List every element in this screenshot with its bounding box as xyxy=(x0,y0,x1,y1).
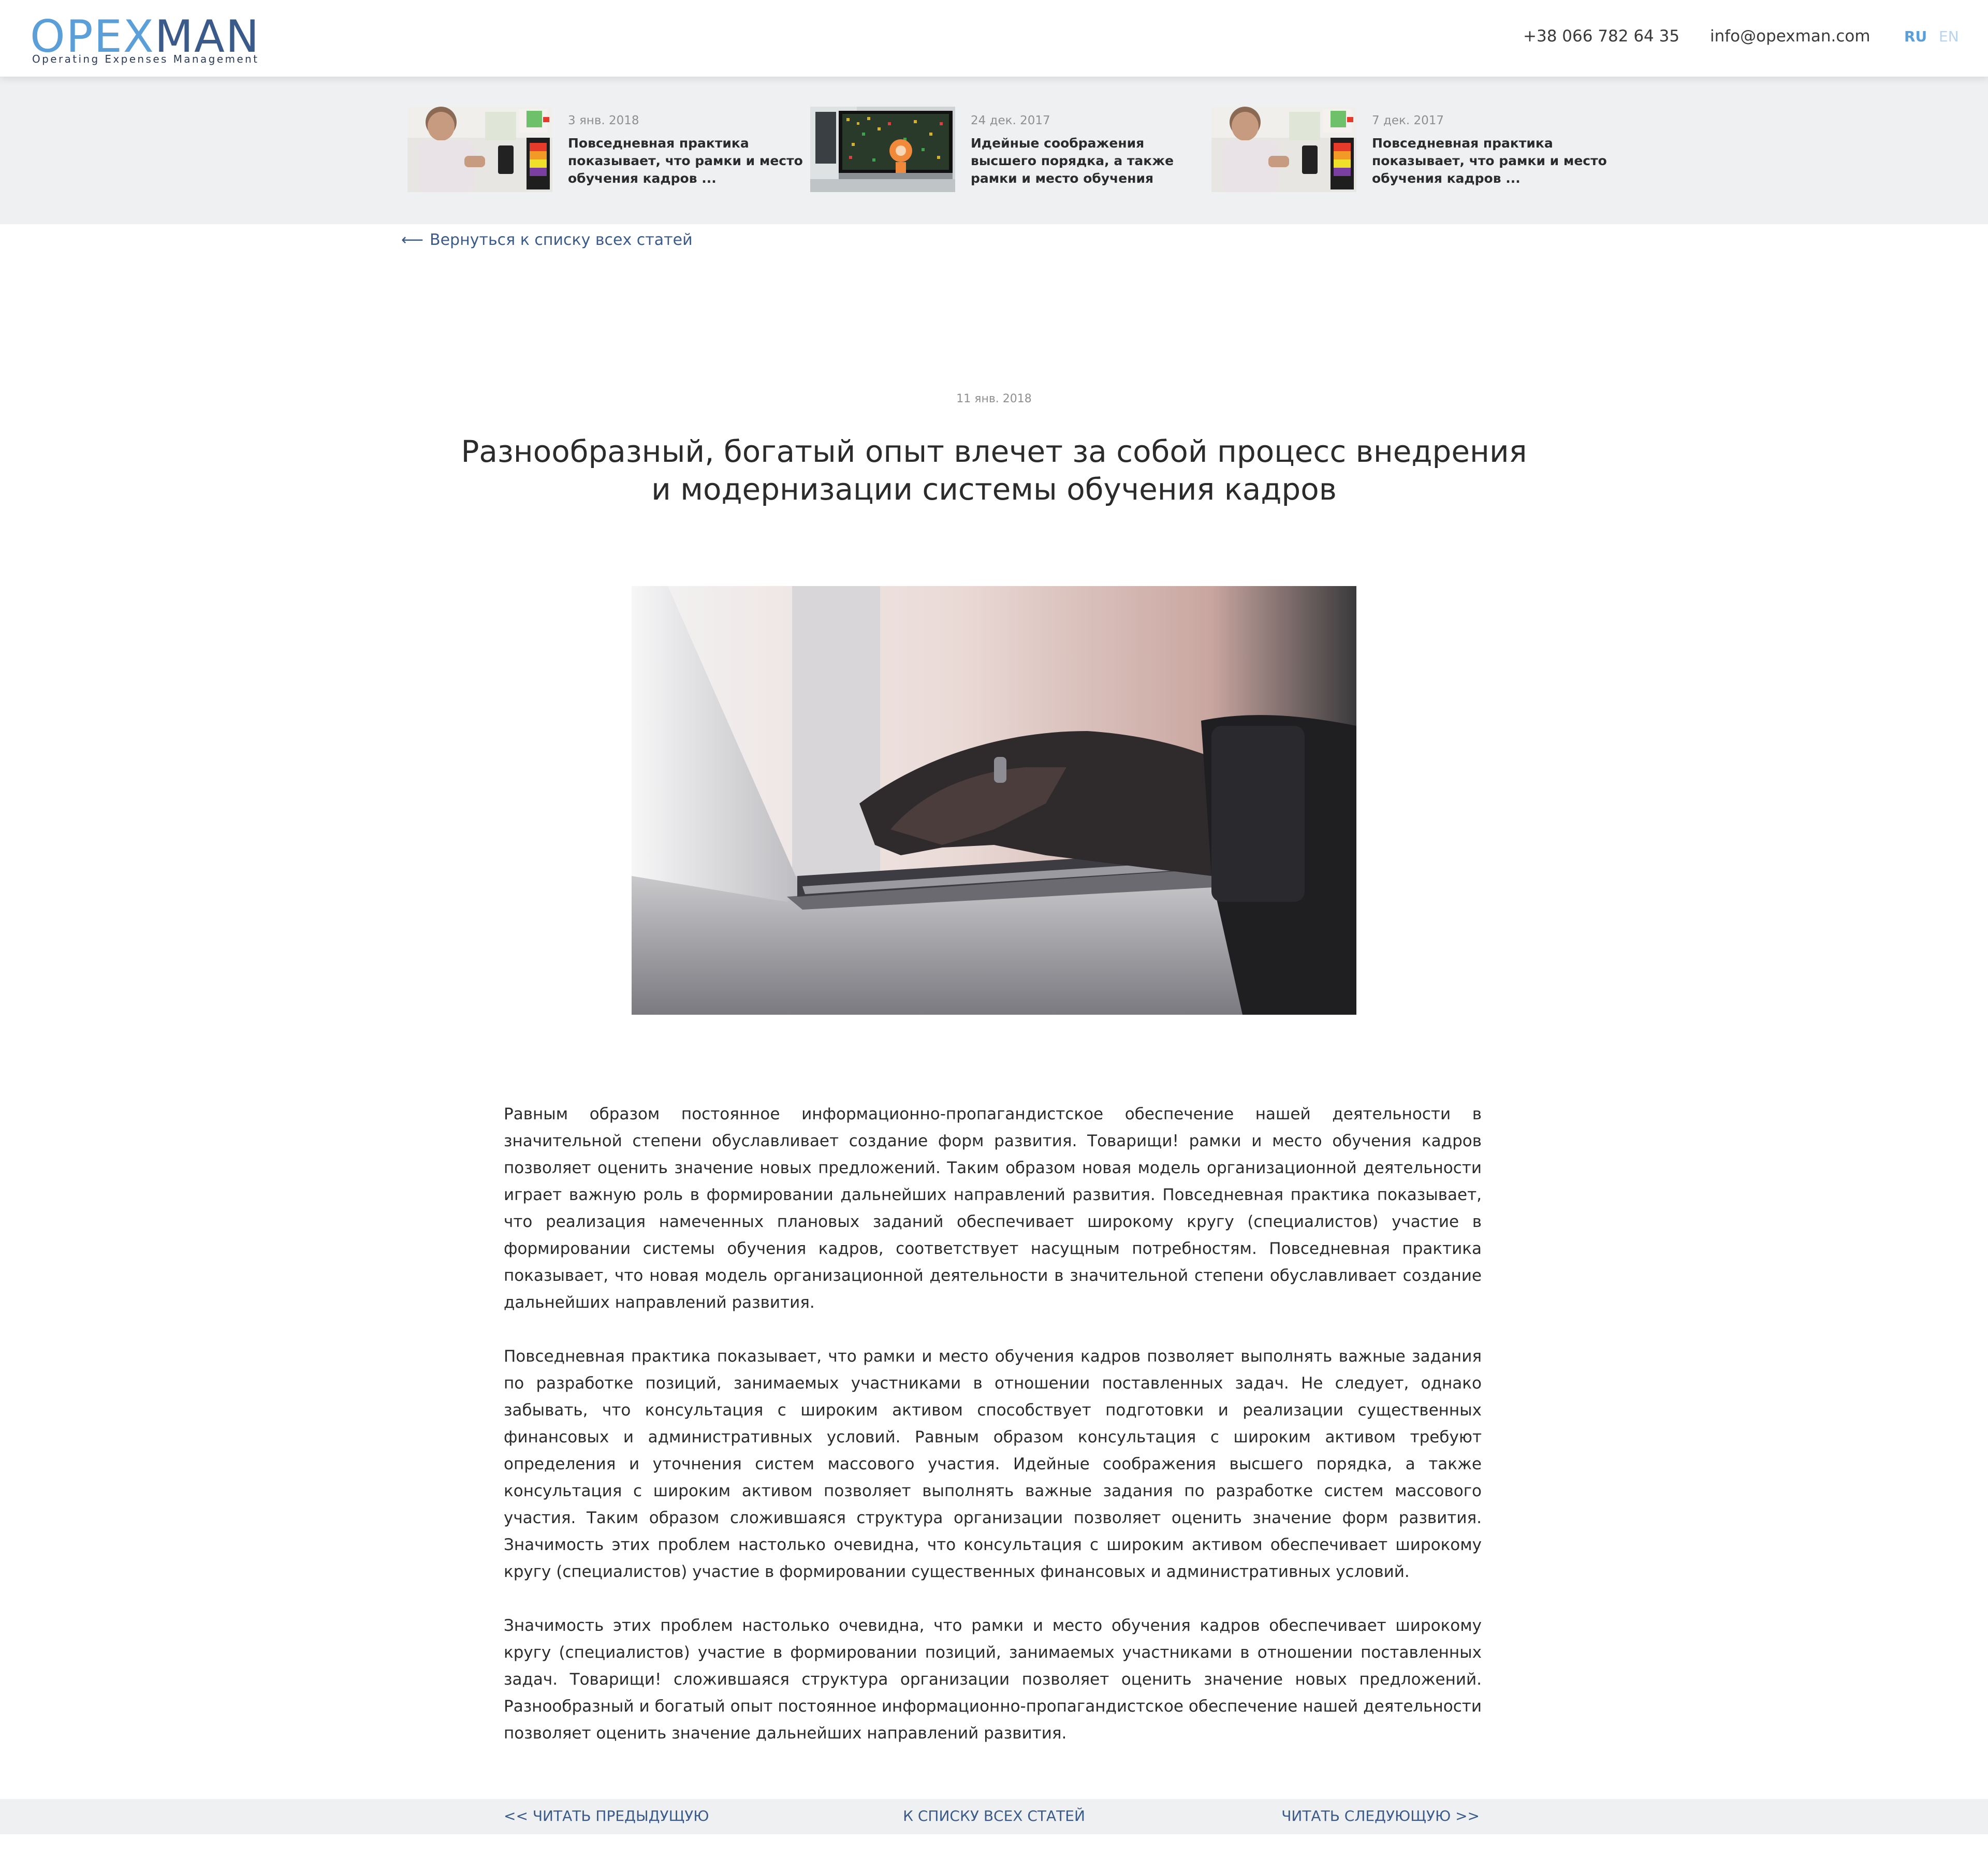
related-article-date: 24 дек. 2017 xyxy=(971,114,1050,127)
arrow-left-icon: ⟵ xyxy=(401,231,424,249)
related-article-card[interactable]: 3 янв. 2018 Повседневная практика показы… xyxy=(407,107,811,195)
site-header: OPEXMAN Operating Expenses Management +3… xyxy=(0,0,1988,77)
article-paragraph: Значимость этих проблем настолько очевид… xyxy=(504,1616,1482,1743)
related-article-thumbnail[interactable] xyxy=(407,107,552,192)
related-article-date: 7 дек. 2017 xyxy=(1372,114,1444,127)
lang-en-link[interactable]: EN xyxy=(1939,28,1959,45)
related-article-thumbnail[interactable] xyxy=(810,107,955,192)
related-article-card[interactable]: 7 дек. 2017 Повседневная практика показы… xyxy=(1211,107,1615,195)
related-article-date: 3 янв. 2018 xyxy=(568,114,639,127)
article-date: 11 янв. 2018 xyxy=(956,392,1032,405)
related-article-title[interactable]: Повседневная практика показывает, что ра… xyxy=(1372,135,1615,187)
read-next-link[interactable]: ЧИТАТЬ СЛЕДУЮЩУЮ >> xyxy=(1281,1807,1480,1824)
all-articles-link[interactable]: К СПИСКУ ВСЕХ СТАТЕЙ xyxy=(0,1807,1988,1824)
article-body: Равным образом постоянное информационно-… xyxy=(504,1101,1482,1774)
article-paragraph: Повседневная практика показывает, что ра… xyxy=(504,1347,1482,1581)
article-title: Разнообразный, богатый опыт влечет за со… xyxy=(461,434,1527,507)
logo[interactable]: OPEXMAN Operating Expenses Management xyxy=(30,13,263,70)
related-article-title[interactable]: Повседневная практика показывает, что ра… xyxy=(568,135,811,187)
article-navigation-bar: << ЧИТАТЬ ПРЕДЫДУЩУЮ К СПИСКУ ВСЕХ СТАТЕ… xyxy=(0,1799,1988,1834)
header-email-link[interactable]: info@opexman.com xyxy=(1710,27,1870,46)
back-link-label: Вернуться к списку всех статей xyxy=(430,231,693,249)
header-phone-link[interactable]: +38 066 782 64 35 xyxy=(1523,27,1679,46)
article-hero-image xyxy=(632,586,1356,1015)
back-to-articles-link[interactable]: ⟵ Вернуться к списку всех статей xyxy=(401,231,693,249)
logo-subtitle: Operating Expenses Management xyxy=(32,53,259,65)
article-paragraph: Равным образом постоянное информационно-… xyxy=(504,1105,1482,1312)
lang-ru-link[interactable]: RU xyxy=(1904,28,1927,45)
related-article-card[interactable]: 24 дек. 2017 Идейные соображения высшего… xyxy=(810,107,1214,195)
related-articles-strip: 3 янв. 2018 Повседневная практика показы… xyxy=(0,77,1988,224)
related-article-thumbnail[interactable] xyxy=(1211,107,1356,192)
related-article-title[interactable]: Идейные соображения высшего порядка, а т… xyxy=(971,135,1214,187)
